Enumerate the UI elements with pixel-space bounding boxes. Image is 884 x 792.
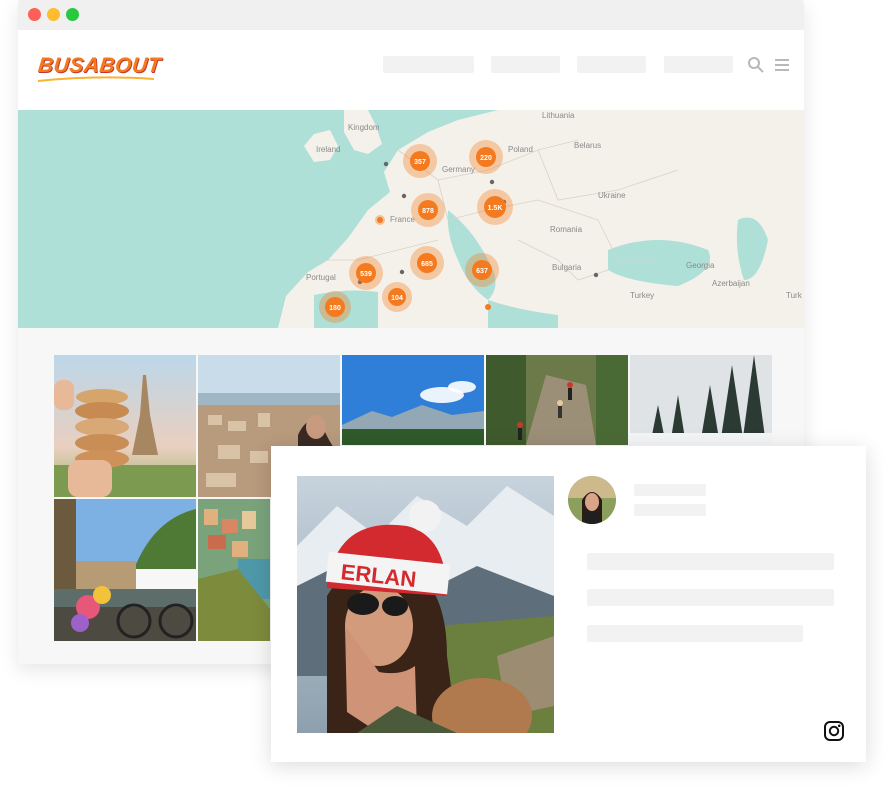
post-photo[interactable]: ERLAN <box>297 476 554 733</box>
username-placeholder <box>634 484 706 496</box>
cluster-104[interactable]: 104 <box>382 282 412 312</box>
map-label-2: Poland <box>508 145 533 154</box>
map-label-6: Ukraine <box>598 191 626 200</box>
photo-tile-mountain-lake[interactable] <box>342 355 484 445</box>
nav-item-1[interactable] <box>383 56 474 73</box>
map-label-11: Georgia <box>686 261 715 270</box>
photo-tile-macarons[interactable] <box>54 355 196 497</box>
photo-tile-cinque-terre[interactable] <box>198 499 270 641</box>
instagram-post-card[interactable]: ERLAN <box>271 446 866 762</box>
search-icon[interactable] <box>747 56 765 74</box>
brand-logo[interactable]: BUSABOUT <box>37 54 163 78</box>
site-header: BUSABOUT <box>18 30 804 110</box>
map-label-10: Bulgaria <box>552 263 582 272</box>
caption-line-3 <box>587 625 803 642</box>
menu-icon[interactable] <box>773 56 791 74</box>
caption-line-1 <box>587 553 834 570</box>
nav-item-2[interactable] <box>491 56 560 73</box>
map-label-7: France <box>390 215 415 224</box>
avatar[interactable] <box>568 476 616 524</box>
close-button[interactable] <box>28 8 41 21</box>
caption-line-2 <box>587 589 834 606</box>
cluster-357[interactable]: 357 <box>403 144 437 178</box>
europe-map[interactable]: Lithuania Kingdom Poland Belarus Ireland… <box>18 110 804 328</box>
cluster-180[interactable]: 180 <box>319 291 351 323</box>
location-placeholder <box>634 504 706 516</box>
cluster-1-5k[interactable]: 1.5K <box>477 189 513 225</box>
svg-text:357: 357 <box>414 159 426 166</box>
map-canvas: Lithuania Kingdom Poland Belarus Ireland… <box>278 110 804 328</box>
nav-item-3[interactable] <box>577 56 646 73</box>
map-label-8: Romania <box>550 225 583 234</box>
svg-text:180: 180 <box>329 305 341 312</box>
instagram-icon[interactable] <box>823 720 845 742</box>
svg-text:1.5K: 1.5K <box>488 205 503 212</box>
map-label-5: Germany <box>442 165 475 174</box>
svg-text:685: 685 <box>421 261 433 268</box>
map-label-13: Azerbaijan <box>712 279 750 288</box>
window-chrome <box>18 0 804 30</box>
cluster-220[interactable]: 220 <box>469 140 503 174</box>
photo-tile-hikers[interactable] <box>486 355 628 445</box>
photo-tile-amsterdam[interactable] <box>54 499 196 641</box>
svg-text:637: 637 <box>476 268 488 275</box>
cluster-539[interactable]: 539 <box>349 256 383 290</box>
map-label-0: Lithuania <box>542 111 575 120</box>
nav-item-4[interactable] <box>664 56 733 73</box>
svg-text:220: 220 <box>480 155 492 162</box>
map-label-3: Belarus <box>574 141 601 150</box>
zoom-button[interactable] <box>66 8 79 21</box>
logo-swoosh <box>37 76 155 82</box>
svg-text:104: 104 <box>391 295 403 302</box>
svg-text:539: 539 <box>360 271 372 278</box>
map-label-9: Portugal <box>306 273 336 282</box>
svg-text:878: 878 <box>422 208 434 215</box>
map-label-4: Ireland <box>316 145 340 154</box>
map-label-1: Kingdom <box>348 123 380 132</box>
map-label-14: Turk <box>786 291 803 300</box>
photo-tile-snowy-forest[interactable] <box>630 355 772 445</box>
cluster-685[interactable]: 685 <box>410 246 444 280</box>
map-label-12: Turkey <box>630 291 654 300</box>
minimize-button[interactable] <box>47 8 60 21</box>
cluster-878[interactable]: 878 <box>411 193 445 227</box>
cluster-637[interactable]: 637 <box>465 253 499 287</box>
